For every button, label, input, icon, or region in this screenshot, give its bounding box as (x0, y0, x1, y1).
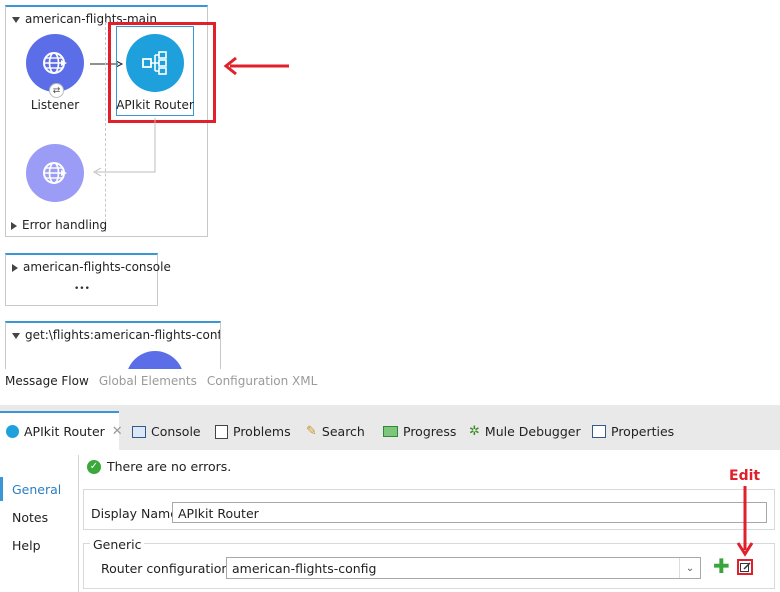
annotation-edit-label: Edit (729, 468, 761, 484)
chevron-down-icon[interactable]: ⌄ (679, 558, 700, 578)
close-icon[interactable]: ✕ (112, 424, 123, 439)
annotation-highlight-box (108, 22, 216, 123)
annotation-down-arrow (736, 486, 754, 557)
properties-icon (592, 425, 606, 438)
console-icon (132, 425, 146, 438)
router-config-select[interactable]: american-flights-config ⌄ (226, 557, 701, 579)
sidebar-item-help[interactable]: Help (12, 538, 41, 553)
apikit-router-icon (6, 425, 19, 438)
error-response-component[interactable] (26, 144, 84, 202)
display-name-label: Display Name: (91, 506, 183, 521)
flow-american-flights-console: american-flights-console ••• (5, 253, 171, 306)
flow-title[interactable]: american-flights-console (12, 260, 171, 274)
panel-tab-apikit-router[interactable]: APIkit Router ✕ (6, 424, 123, 439)
display-name-input[interactable]: APIkit Router (172, 502, 767, 523)
panel-tab-problems[interactable]: Problems (215, 424, 291, 439)
panel-tab-label: Progress (403, 424, 457, 439)
edit-icon (739, 561, 751, 572)
collapsed-ellipsis: ••• (74, 284, 90, 294)
source-badge-icon: ⇄ (49, 83, 64, 98)
error-handling-toggle[interactable]: Error handling (11, 218, 107, 232)
panel-tab-properties[interactable]: Properties (592, 424, 674, 439)
problems-icon (215, 424, 228, 439)
editor-tabs: Message Flow Global Elements Configurati… (5, 374, 317, 388)
flow-title[interactable]: get:\flights:american-flights-config (12, 328, 220, 342)
status-message: There are no errors. (107, 459, 232, 474)
search-icon: ✎ (306, 424, 317, 439)
panel-tab-label: Search (321, 424, 365, 439)
flow-component-partial[interactable] (126, 351, 184, 369)
sidebar-item-general[interactable]: General (12, 482, 61, 497)
flow-get-flights: get:\flights:american-flights-config (5, 321, 221, 369)
panel-tab-console[interactable]: Console (132, 424, 201, 439)
edit-config-button[interactable] (737, 559, 753, 575)
router-config-label: Router configuration: (101, 561, 234, 576)
annotation-left-arrow (223, 56, 289, 76)
status-row: ✓ There are no errors. (87, 459, 231, 474)
tab-global-elements[interactable]: Global Elements (99, 374, 197, 388)
panel-tab-label: Console (151, 424, 201, 439)
add-config-icon[interactable]: ✚ (713, 556, 730, 576)
globe-icon (43, 162, 67, 184)
panel-tab-label: Properties (611, 424, 675, 439)
panel-tab-label: APIkit Router (24, 424, 105, 439)
panel-tab-search[interactable]: ✎ Search (306, 424, 365, 439)
panel-tab-label: Problems (233, 424, 291, 439)
return-path-line (92, 118, 156, 177)
panel-tab-label: Mule Debugger (484, 424, 581, 439)
debugger-icon: ✲ (469, 424, 480, 439)
sidebar-selection-indicator (0, 477, 3, 501)
panel-tab-progress[interactable]: Progress (383, 424, 456, 439)
tab-configuration-xml[interactable]: Configuration XML (207, 374, 317, 388)
check-icon: ✓ (87, 459, 101, 474)
sidebar-item-notes[interactable]: Notes (12, 510, 48, 525)
tab-message-flow[interactable]: Message Flow (5, 374, 89, 388)
panel-tab-mule-debugger[interactable]: ✲ Mule Debugger (469, 424, 581, 439)
progress-icon (383, 426, 398, 437)
generic-group-label: Generic (90, 537, 145, 552)
router-config-value: american-flights-config (232, 561, 377, 576)
globe-icon (43, 52, 67, 74)
listener-label: Listener (30, 98, 80, 112)
